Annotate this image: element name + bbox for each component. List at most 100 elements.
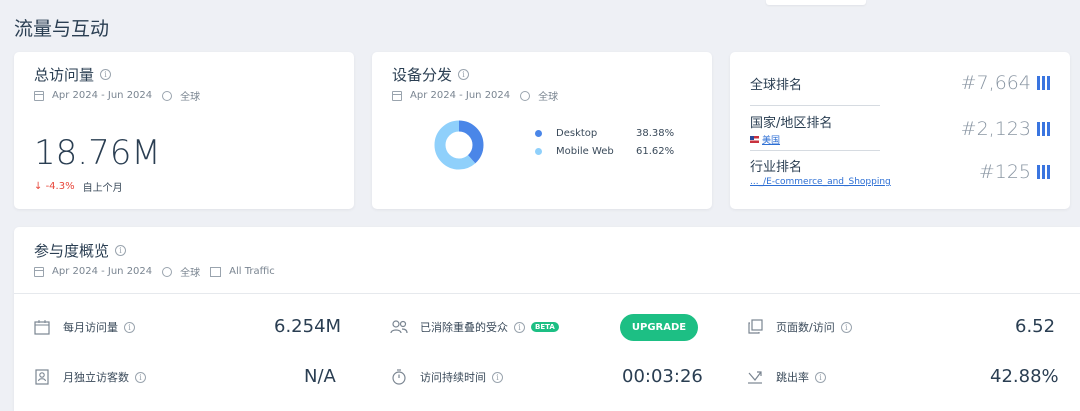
monthly-visits-label: 每月访问量 i xyxy=(63,319,135,335)
visit-duration-metric: 访问持续时间 i xyxy=(390,369,503,385)
info-icon[interactable]: i xyxy=(840,321,852,333)
beta-badge: BETA xyxy=(531,322,559,332)
engagement-header: 参与度概览 i Apr 2024 - Jun 2024 全球 All Traff… xyxy=(34,240,275,279)
desktop-dot xyxy=(535,130,542,137)
monthly-visits-value: 6.254M xyxy=(274,316,342,337)
region: 全球 xyxy=(180,92,201,103)
mobile-percent: 61.62% xyxy=(636,146,675,157)
section-title: 流量与互动 xyxy=(14,18,110,40)
engagement-title: 参与度概览 i xyxy=(34,240,275,261)
globe-icon xyxy=(162,90,173,101)
visit-duration-value: 00:03:26 xyxy=(622,366,703,387)
pages-per-visit-value: 6.52 xyxy=(1015,316,1056,337)
country-rank-row: 国家/地区排名 美国 #2,123 xyxy=(750,112,1050,146)
country-name[interactable]: 美国 xyxy=(762,133,780,146)
bounce-arrow-icon xyxy=(746,369,764,385)
rank-divider xyxy=(750,150,880,151)
globe-icon xyxy=(520,90,531,101)
upgrade-button[interactable]: UPGRADE xyxy=(620,314,698,341)
country-rank-value: #2,123 xyxy=(961,118,1050,140)
desktop-label: Desktop xyxy=(556,128,598,139)
total-visits-card: 总访问量 i Apr 2024 - Jun 2024 全球 18.76M ↓ -… xyxy=(14,52,354,209)
unique-visitors-value: N/A xyxy=(304,366,336,387)
info-icon[interactable]: i xyxy=(100,69,112,80)
mobile-dot xyxy=(535,148,542,155)
dedup-audience-label: 已消除重叠的受众 i BETA xyxy=(420,319,559,335)
bounce-rate-metric: 跳出率 i xyxy=(746,369,826,385)
pages-icon xyxy=(746,319,764,335)
rank-chart-icon[interactable] xyxy=(1037,164,1050,179)
dedup-audience-label-text: 已消除重叠的受众 xyxy=(420,321,508,334)
device-donut-chart xyxy=(434,120,484,170)
device-title: 设备分发 i xyxy=(392,64,692,85)
id-badge-icon xyxy=(33,369,51,385)
device-card: 设备分发 i Apr 2024 - Jun 2024 全球 Desktop 38… xyxy=(372,52,712,209)
legend-mobile: Mobile Web 61.62% xyxy=(535,146,674,157)
unique-visitors-metric: 月独立访客数 i xyxy=(33,369,146,385)
device-legend: Desktop 38.38% Mobile Web 61.62% xyxy=(535,128,674,164)
change-value: ↓ -4.3% xyxy=(34,181,75,192)
total-visits-meta: Apr 2024 - Jun 2024 全球 xyxy=(34,88,334,103)
device-title-text: 设备分发 xyxy=(392,66,453,84)
unique-visitors-label: 月独立访客数 i xyxy=(63,369,146,385)
country-rank-number: #2,123 xyxy=(960,118,1031,140)
unique-visitors-label-text: 月独立访客数 xyxy=(63,371,129,384)
info-icon[interactable]: i xyxy=(135,371,146,383)
info-icon[interactable]: i xyxy=(815,371,826,383)
rank-chart-icon[interactable] xyxy=(1037,76,1050,90)
stopwatch-icon xyxy=(390,369,408,385)
bounce-rate-label-text: 跳出率 xyxy=(776,371,809,384)
country-link[interactable]: 美国 xyxy=(750,133,832,146)
dedup-audience-metric: 已消除重叠的受众 i BETA xyxy=(390,319,559,335)
industry-rank-label: 行业排名 xyxy=(750,160,803,175)
monthly-visits-label-text: 每月访问量 xyxy=(63,321,118,334)
date-range: Apr 2024 - Jun 2024 xyxy=(410,90,511,101)
desktop-percent: 38.38% xyxy=(636,128,675,139)
country-rank-label: 国家/地区排名 xyxy=(750,116,833,131)
calendar-icon xyxy=(34,90,44,101)
industry-link[interactable]: ..._/E-commerce_and_Shopping xyxy=(750,177,891,187)
global-rank-value: #7,664 xyxy=(961,72,1050,94)
date-range: Apr 2024 - Jun 2024 xyxy=(52,90,153,101)
total-visits-change: ↓ -4.3% 自上个月 xyxy=(34,179,334,194)
region: 全球 xyxy=(538,92,559,103)
engagement-meta: Apr 2024 - Jun 2024 全球 All Traffic xyxy=(34,264,275,279)
calendar-icon xyxy=(33,319,51,335)
info-icon[interactable]: i xyxy=(115,245,127,256)
rank-card: 全球排名 #7,664 国家/地区排名 美国 #2,123 行业排名 ..._/… xyxy=(730,52,1070,209)
change-label: 自上个月 xyxy=(82,183,123,194)
global-rank-row: 全球排名 #7,664 xyxy=(750,72,1050,94)
info-icon[interactable]: i xyxy=(492,371,503,383)
rank-chart-icon[interactable] xyxy=(1037,122,1050,136)
total-visits-title-text: 总访问量 xyxy=(34,66,95,84)
pages-per-visit-metric: 页面数/访问 i xyxy=(746,319,852,335)
globe-icon xyxy=(162,266,173,277)
bounce-rate-value: 42.88% xyxy=(990,366,1059,387)
top-dropdown-edge xyxy=(766,0,866,5)
traffic-icon xyxy=(210,266,222,277)
rank-divider xyxy=(750,105,880,106)
global-rank-label: 全球排名 xyxy=(750,77,803,93)
device-meta: Apr 2024 - Jun 2024 全球 xyxy=(392,88,692,103)
info-icon[interactable]: i xyxy=(514,321,525,333)
calendar-icon xyxy=(392,90,402,101)
industry-rank-number: #125 xyxy=(978,160,1031,183)
us-flag-icon xyxy=(750,136,759,143)
monthly-visits-metric: 每月访问量 i xyxy=(33,319,135,335)
info-icon[interactable]: i xyxy=(458,69,470,80)
engagement-title-text: 参与度概览 xyxy=(34,242,110,260)
visit-duration-label-text: 访问持续时间 xyxy=(420,371,486,384)
change-percent: -4.3% xyxy=(45,181,75,192)
mobile-label: Mobile Web xyxy=(556,146,614,157)
pages-per-visit-label: 页面数/访问 i xyxy=(776,319,852,335)
date-range: Apr 2024 - Jun 2024 xyxy=(52,266,153,277)
total-visits-value: 18.76M xyxy=(34,133,161,173)
global-rank-number: #7,664 xyxy=(960,72,1031,94)
info-icon[interactable]: i xyxy=(124,321,135,333)
bounce-rate-label: 跳出率 i xyxy=(776,369,826,385)
region: 全球 xyxy=(180,268,201,279)
visit-duration-label: 访问持续时间 i xyxy=(420,369,503,385)
users-icon xyxy=(390,319,408,335)
pages-per-visit-label-text: 页面数/访问 xyxy=(776,321,835,334)
traffic-type: All Traffic xyxy=(229,266,275,277)
